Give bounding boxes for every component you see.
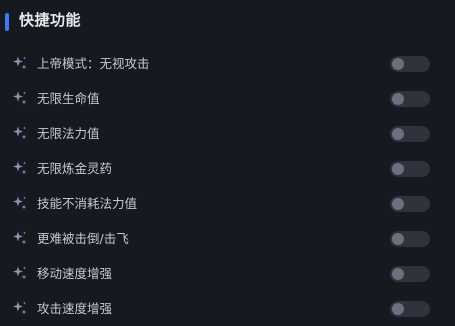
- cheat-toggle[interactable]: [390, 301, 430, 317]
- cheat-toggle[interactable]: [390, 56, 430, 72]
- sparkle-icon: [12, 195, 28, 211]
- toggle-knob: [392, 303, 404, 315]
- cheat-label: 更难被击倒/击飞: [37, 231, 129, 246]
- toggle-knob: [392, 233, 404, 245]
- toggle-knob: [392, 268, 404, 280]
- toggle-knob: [392, 128, 404, 140]
- cheat-row: 无限生命值: [0, 81, 455, 116]
- toggle-knob: [392, 198, 404, 210]
- cheat-toggle[interactable]: [390, 126, 430, 142]
- sparkle-icon: [12, 125, 28, 141]
- cheat-list: 上帝模式：无视攻击 无限生命值无限法力值无限炼金灵药技能不消耗法力值 更难被击倒/击…: [0, 46, 455, 326]
- cheat-toggle[interactable]: [390, 231, 430, 247]
- cheat-label: 无限炼金灵药: [37, 161, 113, 176]
- sparkle-icon: [12, 90, 28, 106]
- cheat-row: 技能不消耗法力值: [0, 186, 455, 221]
- cheat-label: 上帝模式：无视攻击: [37, 56, 150, 71]
- cheat-label: 无限生命值: [37, 91, 100, 106]
- sparkle-icon: [12, 55, 28, 71]
- cheat-row: 更难被击倒/击飞: [0, 221, 455, 256]
- cheat-toggle[interactable]: [390, 161, 430, 177]
- cheat-row: 移动速度增强: [0, 256, 455, 291]
- cheat-toggle[interactable]: [390, 196, 430, 212]
- cheat-label: 攻击速度增强: [37, 301, 113, 316]
- cheat-row: 上帝模式：无视攻击: [0, 46, 455, 81]
- quick-functions-panel: 快捷功能 上帝模式：无视攻击 无限生命值无限法力值无限炼金灵药技能不消耗法力值 更难…: [0, 0, 455, 326]
- sparkle-icon: [12, 300, 28, 316]
- toggle-knob: [392, 93, 404, 105]
- cheat-row: 无限法力值: [0, 116, 455, 151]
- cheat-toggle[interactable]: [390, 91, 430, 107]
- section-title: 快捷功能: [19, 11, 82, 29]
- toggle-knob: [392, 163, 404, 175]
- sparkle-icon: [12, 265, 28, 281]
- cheat-label: 技能不消耗法力值: [37, 196, 138, 211]
- cheat-row: 攻击速度增强: [0, 291, 455, 326]
- sparkle-icon: [12, 160, 28, 176]
- section-accent-bar: [5, 13, 9, 31]
- cheat-label: 无限法力值: [37, 126, 100, 141]
- cheat-row: 无限炼金灵药: [0, 151, 455, 186]
- cheat-label: 移动速度增强: [37, 266, 113, 281]
- toggle-knob: [392, 58, 404, 70]
- sparkle-icon: [12, 230, 28, 246]
- cheat-toggle[interactable]: [390, 266, 430, 282]
